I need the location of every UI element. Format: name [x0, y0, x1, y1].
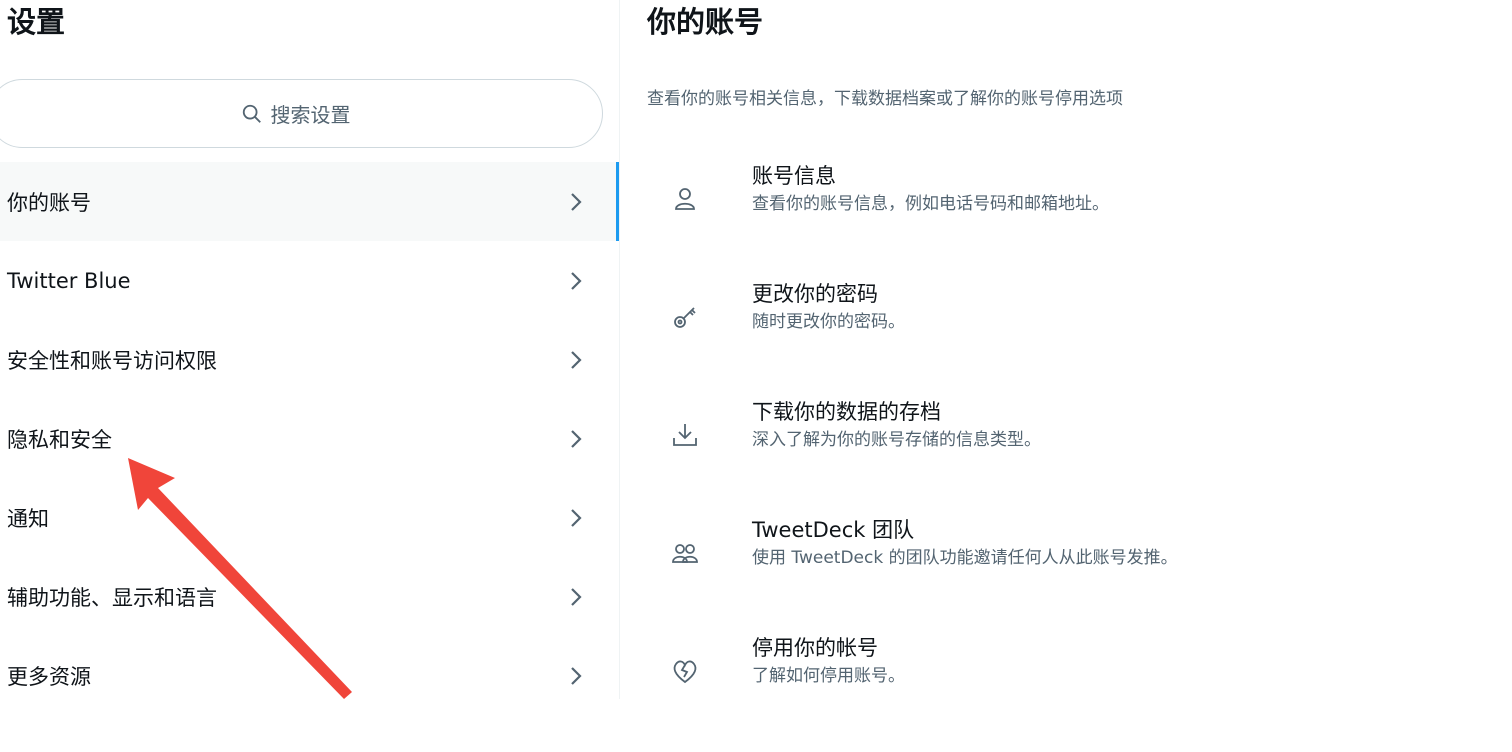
menu-item-label: Twitter Blue — [7, 268, 131, 293]
chevron-right-icon — [571, 588, 582, 606]
menu-item-your-account[interactable]: 你的账号 — [0, 162, 619, 241]
menu-item-accessibility[interactable]: 辅助功能、显示和语言 — [0, 557, 619, 636]
option-title: 停用你的帐号 — [752, 636, 878, 660]
option-description: 随时更改你的密码。 — [752, 312, 905, 332]
account-subtitle: 查看你的账号相关信息，下载数据档案或了解你的账号停用选项 — [647, 89, 1123, 109]
chevron-right-icon — [571, 509, 582, 527]
option-description: 了解如何停用账号。 — [752, 666, 905, 686]
chevron-right-icon — [571, 193, 582, 211]
option-title: 更改你的密码 — [752, 282, 878, 306]
chevron-right-icon — [571, 272, 582, 290]
option-change-password[interactable]: 更改你的密码 随时更改你的密码。 — [620, 280, 1512, 398]
settings-menu: 你的账号 Twitter Blue 安全性和账号访问权限 隐私和安全 通知 辅助… — [0, 162, 619, 715]
option-title: TweetDeck 团队 — [752, 518, 915, 542]
search-input[interactable]: 搜索设置 — [0, 79, 603, 148]
menu-item-label: 通知 — [7, 506, 49, 531]
option-description: 查看你的账号信息，例如电话号码和邮箱地址。 — [752, 194, 1109, 214]
option-tweetdeck-teams[interactable]: TweetDeck 团队 使用 TweetDeck 的团队功能邀请任何人从此账号… — [620, 516, 1512, 634]
account-title: 你的账号 — [647, 5, 764, 39]
option-account-info[interactable]: 账号信息 查看你的账号信息，例如电话号码和邮箱地址。 — [620, 162, 1512, 280]
menu-item-label: 辅助功能、显示和语言 — [7, 585, 217, 610]
chevron-right-icon — [571, 667, 582, 685]
menu-item-privacy[interactable]: 隐私和安全 — [0, 399, 619, 478]
menu-item-security[interactable]: 安全性和账号访问权限 — [0, 320, 619, 399]
settings-title: 设置 — [7, 5, 66, 39]
search-icon — [242, 104, 261, 123]
menu-item-notifications[interactable]: 通知 — [0, 478, 619, 557]
menu-item-label: 你的账号 — [7, 190, 91, 215]
option-title: 下载你的数据的存档 — [752, 400, 941, 424]
people-icon — [672, 544, 698, 563]
option-description: 使用 TweetDeck 的团队功能邀请任何人从此账号发推。 — [752, 548, 1178, 568]
person-icon — [675, 188, 695, 210]
menu-item-label: 隐私和安全 — [7, 427, 112, 452]
chevron-right-icon — [571, 430, 582, 448]
settings-sidebar: 设置 搜索设置 你的账号 Twitter Blue 安全性和账号访问权限 隐私和… — [0, 0, 620, 699]
broken-heart-icon — [673, 660, 697, 684]
search-placeholder: 搜索设置 — [270, 103, 351, 127]
option-deactivate-account[interactable]: 停用你的帐号 了解如何停用账号。 — [620, 634, 1512, 752]
chevron-right-icon — [571, 351, 582, 369]
menu-item-label: 更多资源 — [7, 664, 91, 689]
option-description: 深入了解为你的账号存储的信息类型。 — [752, 430, 1041, 450]
download-icon — [673, 424, 697, 446]
menu-item-twitter-blue[interactable]: Twitter Blue — [0, 241, 619, 320]
menu-item-label: 安全性和账号访问权限 — [7, 348, 217, 373]
key-icon — [674, 307, 696, 328]
account-panel: 你的账号 查看你的账号相关信息，下载数据档案或了解你的账号停用选项 账号信息 查… — [620, 0, 1512, 699]
menu-item-more-resources[interactable]: 更多资源 — [0, 636, 619, 715]
option-download-archive[interactable]: 下载你的数据的存档 深入了解为你的账号存储的信息类型。 — [620, 398, 1512, 516]
option-title: 账号信息 — [752, 164, 836, 188]
